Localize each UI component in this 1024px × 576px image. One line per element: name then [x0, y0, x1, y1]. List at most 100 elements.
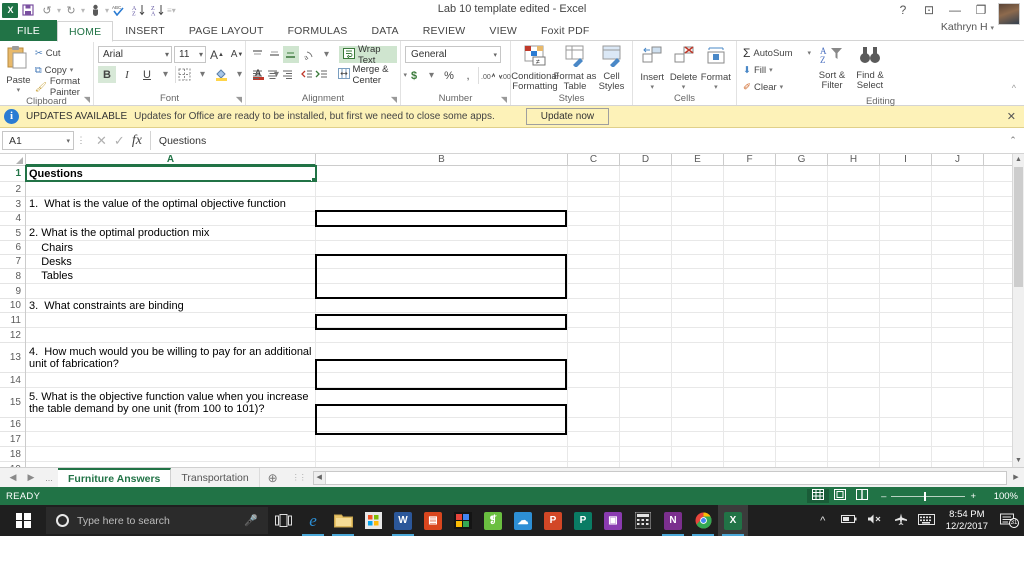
cell-i15[interactable] [880, 388, 932, 417]
cell-j19[interactable] [932, 462, 984, 467]
cell-f19[interactable] [724, 462, 776, 467]
row-header-13[interactable]: 13 [0, 343, 25, 373]
taskbar-app-file-explorer[interactable] [328, 505, 358, 536]
cell-a16[interactable] [26, 418, 316, 431]
cell-b19[interactable] [316, 462, 568, 467]
row-header-16[interactable]: 16 [0, 418, 25, 432]
cell-d17[interactable] [620, 432, 672, 446]
cell-d2[interactable] [620, 182, 672, 196]
cell-g3[interactable] [776, 197, 828, 211]
cell-i3[interactable] [880, 197, 932, 211]
sheet-tab-transportation[interactable]: Transportation [171, 468, 260, 487]
taskbar-app-solver[interactable]: ▤ [418, 505, 448, 536]
column-header-d[interactable]: D [620, 154, 672, 165]
zoom-out-button[interactable]: – [881, 491, 886, 502]
column-header-e[interactable]: E [672, 154, 724, 165]
cell-h1[interactable] [828, 166, 880, 181]
cell-h4[interactable] [828, 212, 880, 225]
cell-g19[interactable] [776, 462, 828, 467]
horizontal-scrollbar[interactable]: ◀ [312, 470, 1007, 485]
accounting-dropdown-icon[interactable]: ▾ [424, 67, 439, 84]
cell-j18[interactable] [932, 447, 984, 461]
cell-j13[interactable] [932, 343, 984, 372]
cell-i5[interactable] [880, 226, 932, 240]
tab-insert[interactable]: INSERT [113, 20, 177, 41]
cell-g10[interactable] [776, 299, 828, 312]
cut-button[interactable]: ✂ Cut [33, 45, 89, 61]
column-header-b[interactable]: B [316, 154, 568, 165]
cell-f3[interactable] [724, 197, 776, 211]
cell-d15[interactable] [620, 388, 672, 417]
format-cells-button[interactable]: Format ▾ [700, 43, 732, 91]
cell-d18[interactable] [620, 447, 672, 461]
cell-e8[interactable] [672, 269, 724, 283]
taskbar-app-calculator[interactable] [628, 505, 658, 536]
cell-a19[interactable] [26, 462, 316, 467]
cell-i18[interactable] [880, 447, 932, 461]
cell-c18[interactable] [568, 447, 620, 461]
cell-f17[interactable] [724, 432, 776, 446]
cell-b7[interactable] [316, 255, 568, 268]
taskbar-app-chrome[interactable] [688, 505, 718, 536]
cell-f16[interactable] [724, 418, 776, 431]
cell-b14[interactable] [316, 373, 568, 387]
cell-e11[interactable] [672, 313, 724, 327]
cell-i17[interactable] [880, 432, 932, 446]
italic-button[interactable]: I [118, 66, 136, 83]
accounting-format-icon[interactable]: $ [405, 67, 423, 84]
cell-i10[interactable] [880, 299, 932, 312]
alignment-dialog-launcher[interactable]: ◥ [391, 95, 397, 104]
underline-button[interactable]: U [138, 66, 156, 83]
cell-g15[interactable] [776, 388, 828, 417]
row-header-17[interactable]: 17 [0, 432, 25, 447]
cell-d10[interactable] [620, 299, 672, 312]
zoom-slider[interactable] [891, 491, 966, 501]
column-header-c[interactable]: C [568, 154, 620, 165]
cell-f18[interactable] [724, 447, 776, 461]
cell-c11[interactable] [568, 313, 620, 327]
cell-d14[interactable] [620, 373, 672, 387]
cell-i6[interactable] [880, 241, 932, 254]
autosum-button[interactable]: Σ AutoSum ▾ [741, 45, 813, 61]
taskbar-app-evernote[interactable]: ❡ [478, 505, 508, 536]
cell-b13[interactable] [316, 343, 568, 372]
cell-c4[interactable] [568, 212, 620, 225]
taskbar-app-photo-editor[interactable]: ▣ [598, 505, 628, 536]
cell-e14[interactable] [672, 373, 724, 387]
taskbar-app-photos[interactable] [448, 505, 478, 536]
cell-i2[interactable] [880, 182, 932, 196]
cell-a17[interactable] [26, 432, 316, 446]
cell-e19[interactable] [672, 462, 724, 467]
cell-b11[interactable] [316, 313, 568, 327]
start-button[interactable] [0, 505, 46, 536]
cell-f13[interactable] [724, 343, 776, 372]
cell-h2[interactable] [828, 182, 880, 196]
sort-filter-button[interactable]: AZ Sort & Filter [813, 43, 851, 91]
taskbar-app-excel[interactable]: X [718, 505, 748, 536]
cell-g17[interactable] [776, 432, 828, 446]
cell-e5[interactable] [672, 226, 724, 240]
cell-c1[interactable] [568, 166, 620, 181]
restore-button[interactable]: ❐ [968, 1, 994, 19]
search-input[interactable]: Type here to search 🎤 [46, 507, 268, 534]
fill-color-icon[interactable] [212, 66, 230, 83]
cell-c15[interactable] [568, 388, 620, 417]
cell-i13[interactable] [880, 343, 932, 372]
cell-c10[interactable] [568, 299, 620, 312]
cell-a18[interactable] [26, 447, 316, 461]
row-header-2[interactable]: 2 [0, 182, 25, 197]
align-right-icon[interactable] [280, 66, 294, 83]
cell-f15[interactable] [724, 388, 776, 417]
cell-d6[interactable] [620, 241, 672, 254]
font-size-dropdown-icon[interactable]: ▾ [195, 50, 203, 59]
column-header-f[interactable]: F [724, 154, 776, 165]
cell-d1[interactable] [620, 166, 672, 181]
cell-h18[interactable] [828, 447, 880, 461]
cell-i12[interactable] [880, 328, 932, 342]
cell-g14[interactable] [776, 373, 828, 387]
cell-b5[interactable] [316, 226, 568, 240]
cell-j9[interactable] [932, 284, 984, 298]
cell-e12[interactable] [672, 328, 724, 342]
cell-i19[interactable] [880, 462, 932, 467]
cell-a13[interactable]: 4. How much would you be willing to pay … [26, 343, 316, 372]
